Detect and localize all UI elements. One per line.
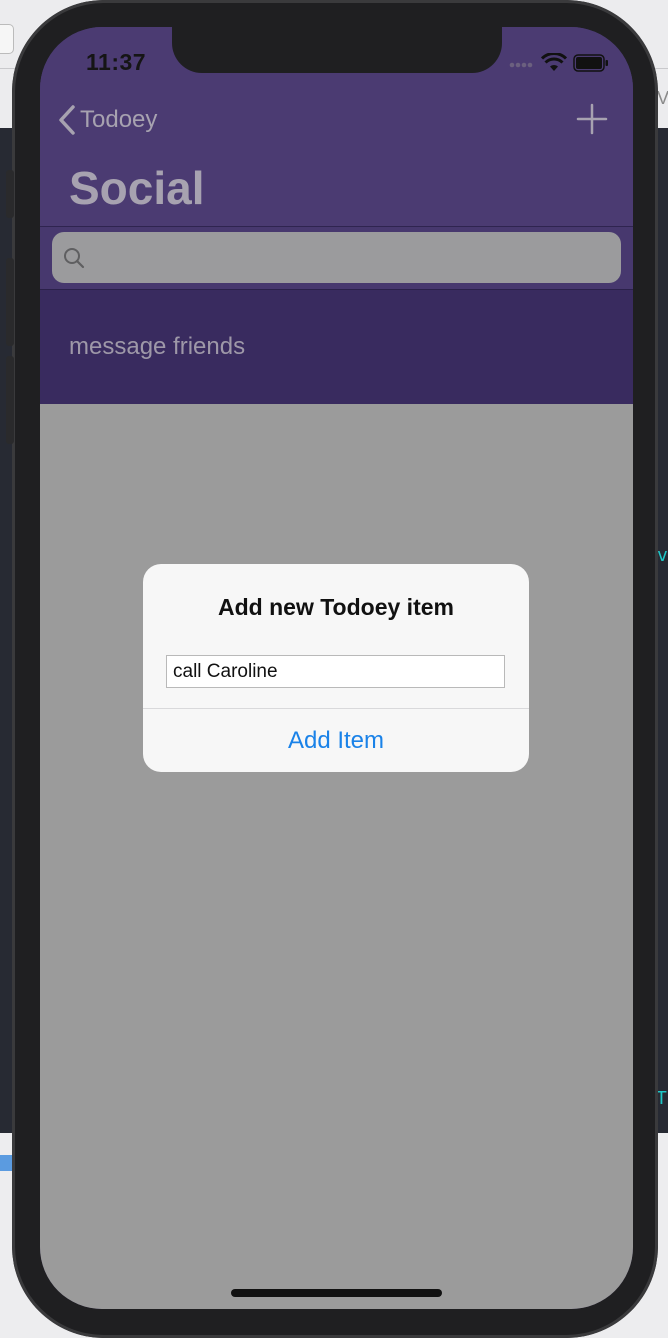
list-item-title: message friends [69,333,246,360]
home-indicator [231,1289,442,1297]
alert-title: Add new Todoey item [218,594,454,620]
back-button[interactable]: Todoey [58,105,157,135]
desktop-button-stub[interactable] [0,24,14,54]
mute-switch [6,170,14,218]
volume-up-button [6,258,14,346]
back-button-label: Todoey [80,106,158,133]
search-bar [40,227,633,289]
desktop-fragment-3: V [657,88,668,108]
add-item-action-button[interactable]: Add Item [143,709,529,772]
add-item-alert: Add new Todoey item Add Item [143,564,529,772]
search-icon [64,247,85,268]
add-item-button[interactable] [575,102,609,136]
status-indicators [509,53,609,73]
status-time: 11:37 [86,49,147,75]
battery-icon [573,54,608,72]
list-item[interactable]: message friends [40,290,633,404]
plus-icon [576,103,608,135]
search-input[interactable] [94,243,598,272]
device-notch [172,27,502,73]
search-field[interactable] [52,232,621,283]
new-item-text-field[interactable] [166,655,505,688]
empty-list-area [40,404,633,1309]
signal-icon [509,62,533,68]
desktop-code-fragment: v [657,545,668,566]
chevron-left-icon [59,105,75,135]
volume-down-button [6,356,14,444]
wifi-icon [541,53,567,71]
device-screen: 11:37 Todoey Social message friends Add … [40,27,633,1309]
page-title: Social [69,162,205,214]
